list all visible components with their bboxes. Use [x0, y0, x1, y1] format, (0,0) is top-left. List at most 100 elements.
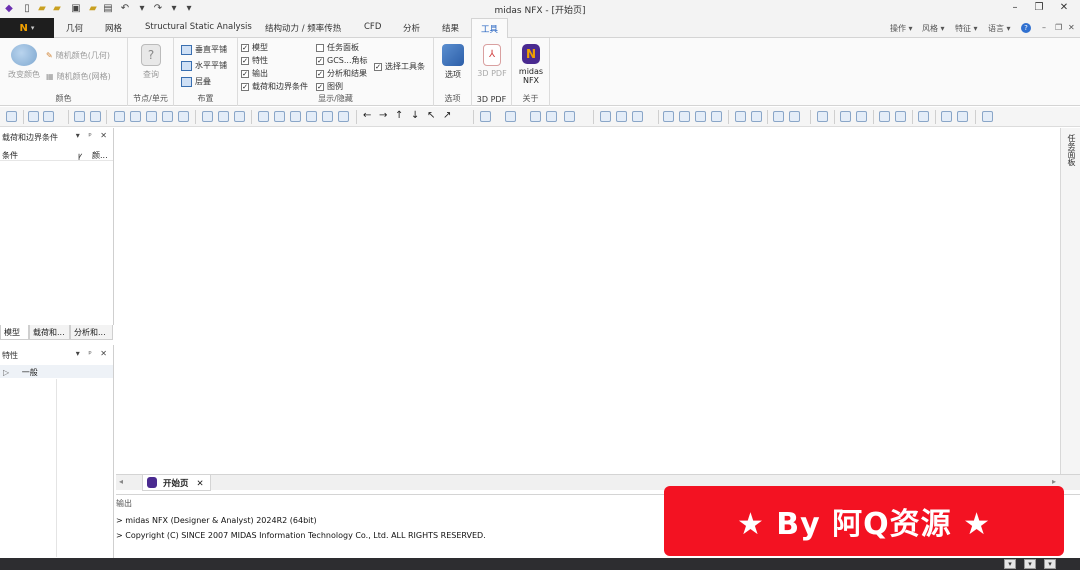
view-left-icon[interactable]	[290, 111, 301, 122]
transform-icon[interactable]	[941, 111, 952, 122]
check-icon[interactable]	[840, 111, 851, 122]
property-category[interactable]: ▷ 一般	[0, 365, 113, 378]
wireframe-icon[interactable]	[546, 111, 557, 122]
check-alt-icon[interactable]	[856, 111, 867, 122]
view-front-icon[interactable]	[258, 111, 269, 122]
arrow-left-icon[interactable]: ←	[363, 111, 374, 122]
select-box-icon[interactable]	[616, 111, 627, 122]
doc-tab-start-page[interactable]: 开始页 ✕	[142, 475, 211, 491]
panel-pin-close-icon[interactable]: ▾ ᵖ ✕	[76, 349, 110, 358]
close-button[interactable]: ✕	[1055, 2, 1073, 15]
zoom-icon[interactable]	[74, 111, 85, 122]
hidden-line-icon[interactable]	[564, 111, 575, 122]
view-iso-icon[interactable]	[338, 111, 349, 122]
col-condition[interactable]: 条件	[2, 150, 18, 161]
tile-vertical-button[interactable]: 垂直平铺	[181, 44, 227, 55]
select-poly-icon[interactable]	[632, 111, 643, 122]
tab-results[interactable]: 结果	[442, 22, 459, 34]
operation-menu[interactable]: 操作 ▾	[890, 23, 913, 34]
status-dropdown-icon[interactable]: ▾	[1004, 559, 1016, 569]
help-icon[interactable]: ?	[1021, 23, 1031, 33]
random-color-mesh-button[interactable]: ▦ 随机颜色(网格)	[46, 71, 111, 82]
zoom-fit-icon[interactable]	[130, 111, 141, 122]
toggle-output[interactable]: ✓ 输出	[241, 68, 268, 79]
doc-restore-icon[interactable]: ❐	[1055, 23, 1062, 32]
doc-close-icon[interactable]: ✕	[1068, 23, 1075, 32]
arrow-upleft-icon[interactable]: ↖	[427, 111, 438, 122]
change-color-button[interactable]: 改变颜色	[6, 44, 42, 80]
tab-model[interactable]: 模型	[0, 325, 29, 340]
hash-icon[interactable]	[773, 111, 784, 122]
distance-icon[interactable]	[751, 111, 762, 122]
tab-tools[interactable]: 工具	[471, 18, 509, 39]
tab-cfd[interactable]: CFD	[364, 22, 381, 32]
arrow-upright-icon[interactable]: ↗	[443, 111, 454, 122]
arrow-down-icon[interactable]: ↓	[411, 111, 422, 122]
toggle-property[interactable]: ✓ 特性	[241, 55, 268, 66]
label-node-icon[interactable]	[879, 111, 890, 122]
display-mode-icon[interactable]	[480, 111, 491, 122]
random-color-geometry-button[interactable]: ✎ 随机颜色(几何)	[46, 50, 110, 61]
doc-minimize-icon[interactable]: –	[1042, 23, 1046, 32]
measure-icon[interactable]	[735, 111, 746, 122]
view-back-icon[interactable]	[274, 111, 285, 122]
close-tab-icon[interactable]: ✕	[196, 479, 203, 489]
toggle-legend[interactable]: ✓ 图例	[316, 81, 343, 92]
measure-tool-icon[interactable]	[982, 111, 993, 122]
snap-icon[interactable]	[679, 111, 690, 122]
cascade-button[interactable]: 层叠	[181, 76, 211, 87]
render-mode-icon[interactable]	[505, 111, 516, 122]
tab-analysis-results[interactable]: 分析和...	[70, 325, 113, 340]
rotate-left-icon[interactable]	[146, 111, 157, 122]
element-icon[interactable]	[711, 111, 722, 122]
label-element-icon[interactable]	[895, 111, 906, 122]
status-dropdown-icon[interactable]: ▾	[1044, 559, 1056, 569]
query-small-icon[interactable]	[918, 111, 929, 122]
col-color[interactable]: 颜...	[92, 150, 108, 161]
zoom-area-icon[interactable]	[114, 111, 125, 122]
toggle-gcs[interactable]: ✓ GCS...角标	[316, 55, 368, 66]
3d-pdf-button[interactable]: ⅄ 3D PDF	[476, 44, 508, 78]
filter-icon[interactable]	[817, 111, 828, 122]
zoom-window-icon[interactable]	[90, 111, 101, 122]
tab-structural-static[interactable]: Structural Static Analysis	[145, 22, 252, 32]
language-menu[interactable]: 语言 ▾	[988, 23, 1011, 34]
mesh-grid-icon[interactable]	[663, 111, 674, 122]
minimize-button[interactable]: –	[1006, 2, 1024, 15]
toggle-task-panel[interactable]: 任务面板	[316, 42, 359, 53]
style-menu[interactable]: 风格 ▾	[922, 23, 945, 34]
arrow-up-icon[interactable]: ↑	[395, 111, 406, 122]
midas-nfx-button[interactable]: N midas NFX	[516, 44, 546, 85]
cube-icon[interactable]	[789, 111, 800, 122]
pan-icon[interactable]	[178, 111, 189, 122]
transform-alt-icon[interactable]	[957, 111, 968, 122]
toggle-model[interactable]: ✓ 模型	[241, 42, 268, 53]
view-top-icon[interactable]	[322, 111, 333, 122]
filter-icon[interactable]: ꝩ	[78, 150, 82, 161]
tab-mesh[interactable]: 网格	[105, 22, 122, 34]
maximize-button[interactable]: ❐	[1030, 2, 1048, 15]
toggle-selection-toolbar[interactable]: ✓ 选择工具条	[374, 61, 425, 72]
node-icon[interactable]	[695, 111, 706, 122]
status-dropdown-icon[interactable]: ▾	[1024, 559, 1036, 569]
arrow-right-icon[interactable]: →	[379, 111, 390, 122]
application-menu-button[interactable]: N ▾	[0, 18, 54, 38]
tab-analysis[interactable]: 分析	[403, 22, 420, 34]
axis-alt-icon[interactable]	[234, 111, 245, 122]
model-view[interactable]	[116, 128, 1060, 474]
unlock-icon[interactable]	[43, 111, 54, 122]
toggle-load-bc[interactable]: ✓ 载荷和边界条件	[241, 81, 308, 92]
options-button[interactable]: 选项	[438, 44, 468, 80]
tab-dynamics-heat[interactable]: 结构动力 / 频率传热	[265, 22, 341, 34]
shade-icon[interactable]	[530, 111, 541, 122]
scroll-right-icon[interactable]: ▸	[1052, 477, 1056, 486]
grid-icon[interactable]	[202, 111, 213, 122]
tab-geometry[interactable]: 几何	[66, 22, 83, 34]
tile-horizontal-button[interactable]: 水平平铺	[181, 60, 227, 71]
lock-icon[interactable]	[28, 111, 39, 122]
task-panel-tab[interactable]: 任务面板	[1060, 128, 1080, 474]
scroll-left-icon[interactable]: ◂	[119, 477, 123, 486]
rotate-right-icon[interactable]	[162, 111, 173, 122]
tab-load-bc[interactable]: 载荷和...	[29, 325, 70, 340]
axis-icon[interactable]	[218, 111, 229, 122]
